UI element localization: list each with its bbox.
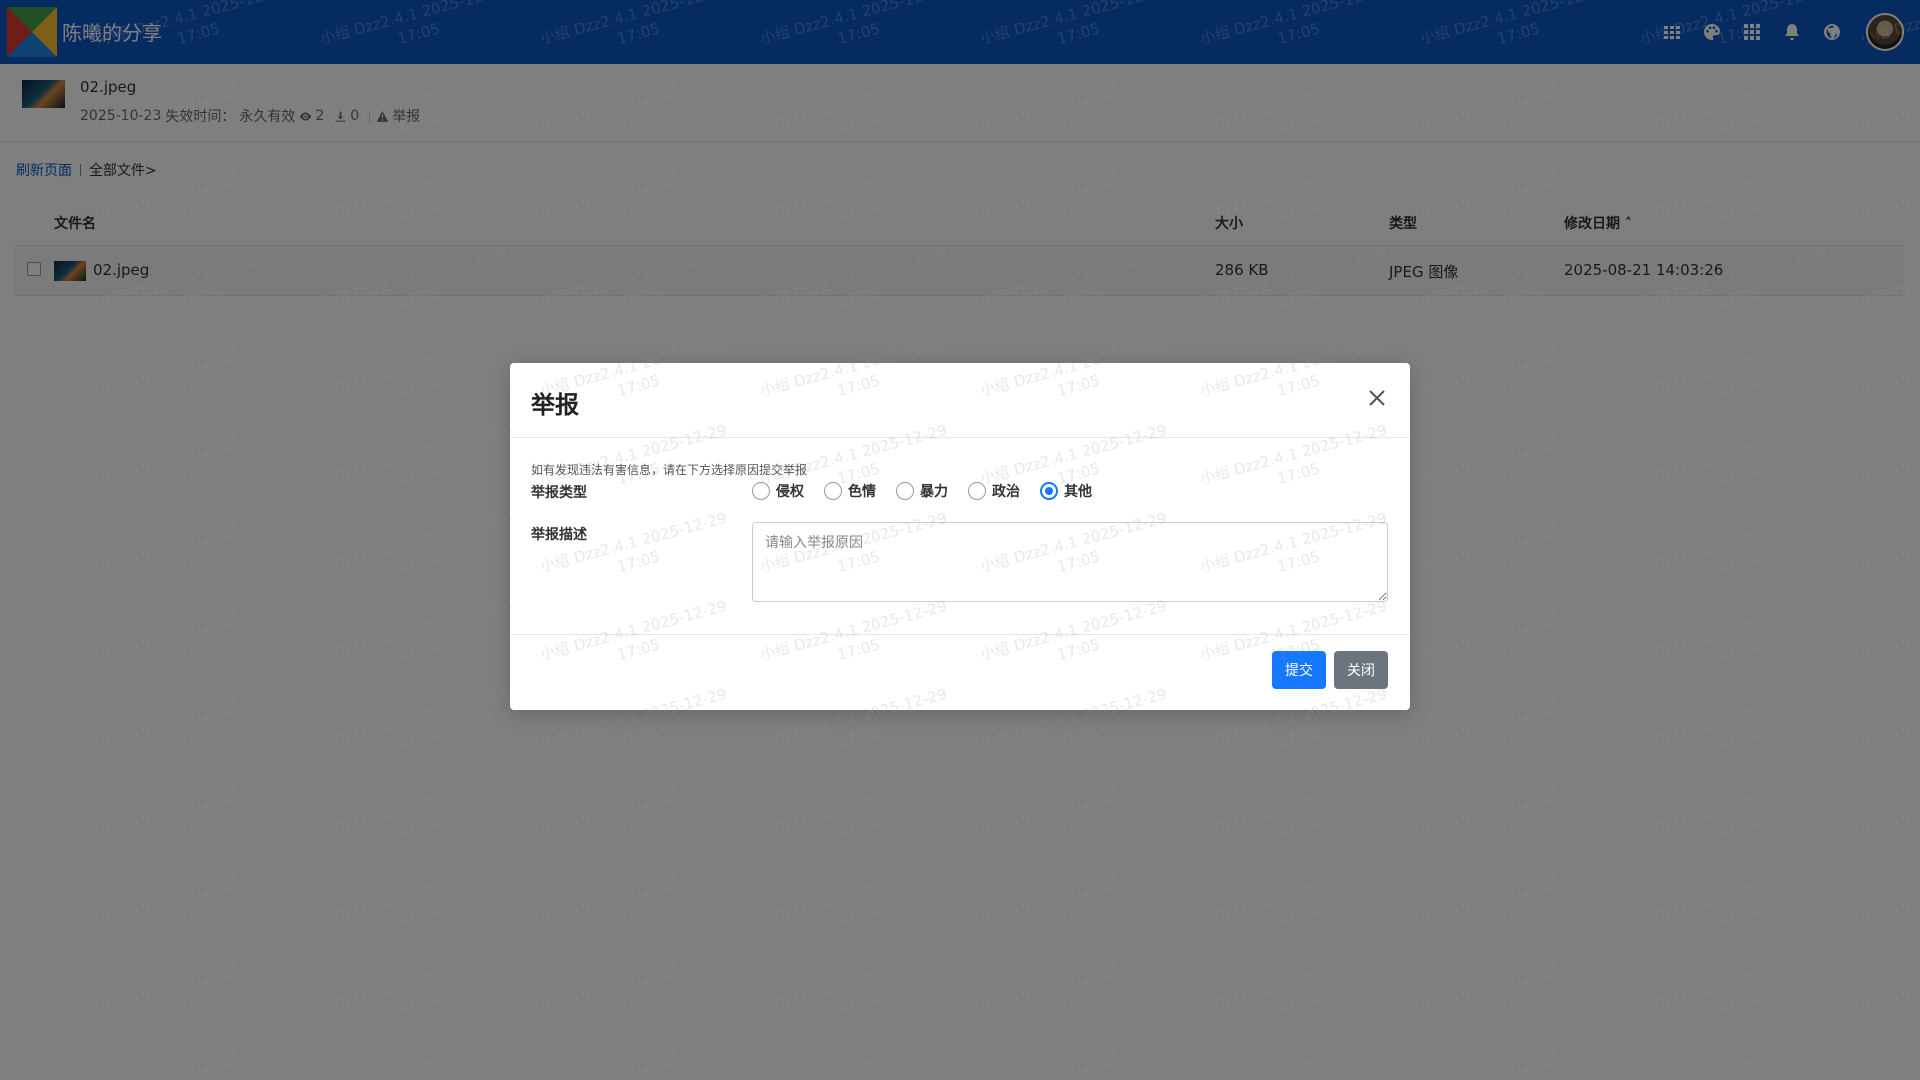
radio-label: 侵权 (776, 484, 804, 500)
radio-button[interactable] (968, 482, 986, 500)
report-type-option-2[interactable]: 暴力 (896, 481, 948, 501)
report-dialog: 举报 如有发现违法有害信息，请在下方选择原因提交举报 举报类型 侵权 色情 暴力 政治… (510, 363, 1410, 710)
close-icon[interactable] (1362, 383, 1392, 413)
radio-button[interactable] (752, 482, 770, 500)
report-tip: 如有发现违法有害信息，请在下方选择原因提交举报 (531, 463, 808, 477)
radio-button[interactable] (896, 482, 914, 500)
radio-label: 色情 (848, 484, 876, 500)
report-type-option-4[interactable]: 其他 (1040, 481, 1092, 501)
submit-button[interactable]: 提交 (1272, 651, 1326, 689)
radio-label: 政治 (992, 484, 1020, 500)
radio-button[interactable] (1040, 482, 1058, 500)
radio-button[interactable] (824, 482, 842, 500)
report-type-option-3[interactable]: 政治 (968, 481, 1020, 501)
radio-label: 其他 (1064, 484, 1092, 500)
report-type-option-0[interactable]: 侵权 (752, 481, 804, 501)
report-type-label: 举报类型 (531, 485, 587, 501)
report-type-radio-group: 侵权 色情 暴力 政治 其他 (752, 481, 1112, 501)
radio-label: 暴力 (920, 484, 948, 500)
close-button[interactable]: 关闭 (1334, 651, 1388, 689)
report-type-option-1[interactable]: 色情 (824, 481, 876, 501)
report-description-input[interactable] (752, 522, 1388, 602)
report-description-label: 举报描述 (531, 527, 587, 543)
dialog-title: 举报 (531, 391, 579, 419)
